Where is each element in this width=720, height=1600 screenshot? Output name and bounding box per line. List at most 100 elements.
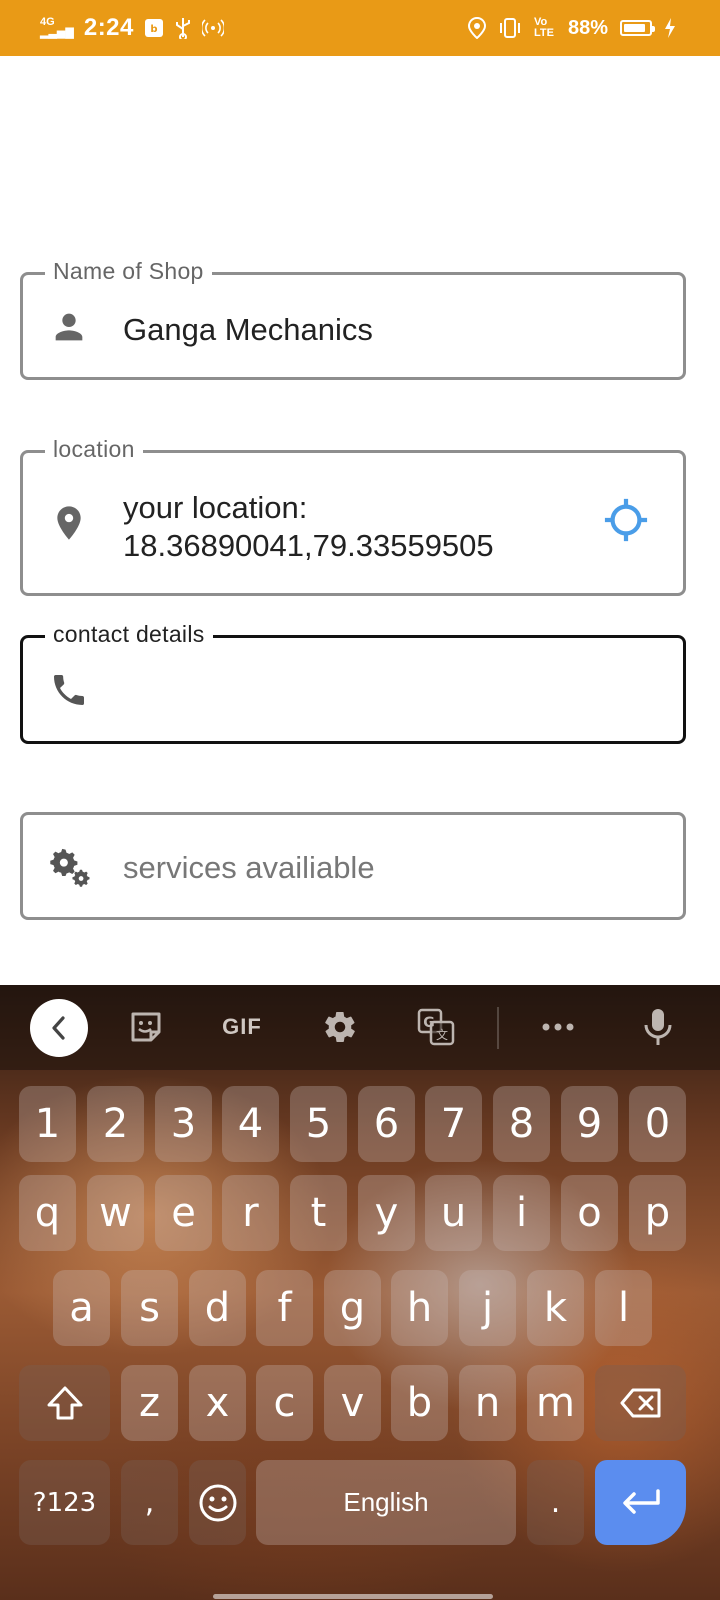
gear-icon: [325, 1012, 355, 1042]
key-l[interactable]: l: [595, 1270, 652, 1346]
voice-input-button[interactable]: [638, 1005, 678, 1049]
sticker-icon: [131, 1012, 161, 1042]
person-icon: [55, 313, 83, 341]
battery-percent: 88%: [567, 16, 608, 39]
key-x[interactable]: x: [189, 1365, 246, 1441]
settings-gears-icon: [50, 848, 90, 887]
key-t[interactable]: t: [290, 1175, 347, 1251]
clock: 2:24: [83, 14, 134, 41]
more-horizontal-icon: [542, 1023, 574, 1031]
soft-keyboard: GIF G 文 1 2 3 4 5 6 7 8 9 0 q w e r t y …: [0, 985, 720, 1600]
key-3[interactable]: 3: [155, 1086, 212, 1162]
status-bar-left: 4G ▂▃▅▇ 2:24 b: [40, 0, 224, 56]
keyboard-back-button[interactable]: [30, 999, 88, 1057]
shop-name-label: Name of Shop: [45, 258, 212, 285]
key-e[interactable]: e: [155, 1175, 212, 1251]
key-k[interactable]: k: [527, 1270, 584, 1346]
enter-icon: [622, 1488, 660, 1514]
key-h[interactable]: h: [391, 1270, 448, 1346]
key-0[interactable]: 0: [629, 1086, 686, 1162]
key-7[interactable]: 7: [425, 1086, 482, 1162]
key-i[interactable]: i: [493, 1175, 550, 1251]
location-value: your location: 18.36890041,79.33559505: [123, 489, 494, 565]
key-y[interactable]: y: [358, 1175, 415, 1251]
key-9[interactable]: 9: [561, 1086, 618, 1162]
key-s[interactable]: s: [121, 1270, 178, 1346]
translate-button[interactable]: G 文: [416, 1005, 456, 1049]
emoji-key[interactable]: [189, 1460, 246, 1545]
key-b[interactable]: b: [391, 1365, 448, 1441]
key-o[interactable]: o: [561, 1175, 618, 1251]
key-j[interactable]: j: [459, 1270, 516, 1346]
svg-text:b: b: [150, 24, 157, 35]
backspace-icon: [620, 1388, 660, 1418]
enter-key[interactable]: [595, 1460, 686, 1545]
battery-icon: [620, 20, 655, 36]
symbols-key[interactable]: ?123: [19, 1460, 110, 1545]
key-4[interactable]: 4: [222, 1086, 279, 1162]
vibrate-icon: [499, 18, 520, 38]
location-line-1: your location:: [123, 490, 308, 525]
location-field[interactable]: location your location: 18.36890041,79.3…: [20, 436, 686, 596]
key-8[interactable]: 8: [493, 1086, 550, 1162]
key-c[interactable]: c: [256, 1365, 313, 1441]
key-v[interactable]: v: [324, 1365, 381, 1441]
contact-details-label: contact details: [45, 621, 213, 648]
emoji-icon: [199, 1484, 236, 1521]
key-f[interactable]: f: [256, 1270, 313, 1346]
status-bar: 4G ▂▃▅▇ 2:24 b Vo LTE 88%: [0, 0, 720, 56]
key-6[interactable]: 6: [358, 1086, 415, 1162]
key-r[interactable]: r: [222, 1175, 279, 1251]
key-z[interactable]: z: [121, 1365, 178, 1441]
more-options-button[interactable]: [538, 1005, 578, 1049]
key-u[interactable]: u: [425, 1175, 482, 1251]
microphone-icon: [644, 1009, 672, 1045]
gif-button[interactable]: GIF: [216, 1005, 268, 1049]
network-indicator: 4G ▂▃▅▇: [40, 17, 74, 39]
keyboard-settings-button[interactable]: [320, 1005, 360, 1049]
comma-key[interactable]: ,: [121, 1460, 178, 1545]
shop-name-field[interactable]: Name of Shop Ganga Mechanics: [20, 258, 686, 380]
status-bar-right: Vo LTE 88%: [467, 0, 676, 56]
notification-app-icon: b: [144, 19, 163, 37]
key-5[interactable]: 5: [290, 1086, 347, 1162]
hotspot-icon: [201, 19, 224, 37]
usb-icon: [175, 18, 190, 39]
services-input[interactable]: services availiable: [123, 849, 375, 887]
key-g[interactable]: g: [324, 1270, 381, 1346]
backspace-key[interactable]: [595, 1365, 686, 1441]
key-2[interactable]: 2: [87, 1086, 144, 1162]
key-p[interactable]: p: [629, 1175, 686, 1251]
shift-icon: [47, 1386, 82, 1420]
svg-text:文: 文: [436, 1027, 448, 1042]
keyboard-toolbar: GIF G 文: [0, 985, 720, 1070]
key-w[interactable]: w: [87, 1175, 144, 1251]
gesture-home-bar[interactable]: [213, 1594, 493, 1599]
space-key[interactable]: English: [256, 1460, 516, 1545]
period-key[interactable]: .: [527, 1460, 584, 1545]
key-1[interactable]: 1: [19, 1086, 76, 1162]
key-a[interactable]: a: [53, 1270, 110, 1346]
key-n[interactable]: n: [459, 1365, 516, 1441]
toolbar-divider: [497, 1007, 499, 1049]
shift-key[interactable]: [19, 1365, 110, 1441]
phone-icon: [54, 675, 84, 705]
location-coordinates: 18.36890041,79.33559505: [123, 528, 494, 563]
charging-icon: [665, 18, 675, 38]
key-q[interactable]: q: [19, 1175, 76, 1251]
chevron-left-icon: [52, 1016, 65, 1040]
shop-name-input[interactable]: Ganga Mechanics: [123, 311, 373, 349]
volte-indicator: Vo LTE: [533, 16, 554, 39]
services-field[interactable]: services availiable: [20, 812, 686, 920]
key-m[interactable]: m: [527, 1365, 584, 1441]
sticker-button[interactable]: [126, 1005, 166, 1049]
contact-details-field[interactable]: contact details: [20, 621, 686, 744]
translate-icon: G 文: [417, 1008, 455, 1046]
battery-fill: [624, 24, 646, 32]
my-location-crosshair-icon[interactable]: [603, 497, 649, 543]
key-d[interactable]: d: [189, 1270, 246, 1346]
location-pin-icon: [57, 506, 81, 540]
location-label: location: [45, 436, 143, 463]
svg-text:G: G: [423, 1015, 435, 1031]
location-status-icon: [467, 17, 486, 39]
